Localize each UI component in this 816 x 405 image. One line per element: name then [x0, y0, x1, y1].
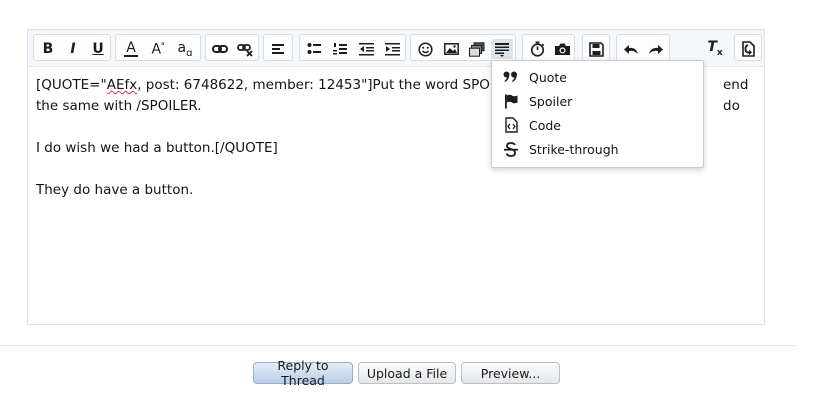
- italic-button[interactable]: I: [62, 39, 84, 59]
- screenshot-button[interactable]: [551, 39, 573, 59]
- bold-icon: B: [42, 41, 54, 57]
- underline-icon: U: [92, 41, 104, 57]
- italic-icon: I: [70, 41, 76, 57]
- toolbar-group-link: [205, 34, 259, 61]
- toolbar-group-source: [734, 34, 762, 61]
- redo-icon: [649, 44, 663, 54]
- insert-dropdown-menu: Quote Spoiler Code Strike-through: [491, 60, 704, 168]
- image-icon: [443, 43, 459, 55]
- numbered-list-button[interactable]: [329, 39, 351, 59]
- toolbar-group-basic: B I U: [33, 34, 111, 61]
- bold-button[interactable]: B: [37, 39, 59, 59]
- drafts-button[interactable]: [526, 39, 548, 59]
- reply-to-thread-button[interactable]: Reply to Thread: [253, 358, 353, 388]
- smiley-icon: [417, 41, 433, 57]
- unlink-icon: [237, 44, 253, 57]
- font-color-icon: A: [124, 39, 138, 57]
- code-file-icon: [503, 117, 519, 133]
- underline-button[interactable]: U: [87, 39, 109, 59]
- bulleted-list-button[interactable]: [303, 39, 325, 59]
- insert-menu-icon: [495, 42, 509, 57]
- upload-file-button[interactable]: Upload a File: [358, 362, 456, 384]
- save-draft-button[interactable]: [585, 39, 607, 59]
- toggle-bbcode-button[interactable]: [737, 39, 759, 59]
- font-family-icon: aɑ: [177, 39, 193, 59]
- insert-menu-button[interactable]: [491, 39, 513, 59]
- undo-icon: [624, 44, 638, 54]
- insert-image-button[interactable]: [440, 39, 462, 59]
- toolbar-group-lists: [299, 34, 406, 61]
- font-family-button[interactable]: aɑ: [174, 39, 196, 59]
- toggle-source-icon: [741, 41, 755, 57]
- bullet-list-icon: [307, 43, 321, 54]
- insert-media-button[interactable]: [466, 39, 488, 59]
- indent-icon: [384, 43, 400, 56]
- quote-icon: [503, 69, 519, 85]
- link-icon: [212, 45, 228, 53]
- indent-button[interactable]: [381, 39, 403, 59]
- toolbar-group-history: [616, 34, 670, 61]
- form-divider: [0, 345, 796, 346]
- preview-button[interactable]: Preview...: [461, 362, 560, 384]
- toolbar-group-insert: [410, 34, 516, 61]
- insert-link-button[interactable]: [209, 39, 231, 59]
- camera-icon: [554, 43, 570, 55]
- dropdown-item-label: Strike-through: [529, 141, 619, 157]
- toolbar-group-tools: [522, 34, 575, 61]
- font-size-icon: Aᵃ: [151, 40, 165, 58]
- misspelled-word: AEfx: [106, 77, 138, 93]
- media-icon: [469, 41, 485, 57]
- remove-link-button[interactable]: [234, 39, 256, 59]
- undo-button[interactable]: [620, 39, 642, 59]
- toolbar-group-save: [582, 34, 610, 61]
- dropdown-item-label: Code: [529, 117, 562, 133]
- dropdown-item-strikethrough[interactable]: Strike-through: [492, 137, 703, 161]
- flag-icon: [503, 93, 519, 109]
- toolbar-group-align: [263, 34, 293, 61]
- font-color-button[interactable]: A: [120, 39, 142, 59]
- remove-formatting-button[interactable]: Tx: [704, 38, 726, 58]
- outdent-button[interactable]: [355, 39, 377, 59]
- smilies-button[interactable]: [414, 39, 436, 59]
- numbered-list-icon: [332, 43, 347, 55]
- dropdown-item-spoiler[interactable]: Spoiler: [492, 89, 703, 113]
- redo-button[interactable]: [645, 39, 667, 59]
- align-left-icon: [272, 44, 284, 54]
- strikethrough-icon: [503, 141, 519, 157]
- align-button[interactable]: [267, 39, 289, 59]
- dropdown-item-quote[interactable]: Quote: [492, 65, 703, 89]
- dropdown-item-code[interactable]: Code: [492, 113, 703, 137]
- outdent-icon: [358, 43, 374, 56]
- dropdown-item-label: Spoiler: [529, 93, 573, 109]
- floppy-disk-icon: [588, 41, 604, 57]
- stopwatch-icon: [530, 41, 544, 57]
- font-size-button[interactable]: Aᵃ: [147, 39, 169, 59]
- remove-format-icon: Tx: [707, 38, 723, 58]
- toolbar-group-font: A Aᵃ aɑ: [115, 34, 201, 61]
- dropdown-item-label: Quote: [529, 69, 568, 85]
